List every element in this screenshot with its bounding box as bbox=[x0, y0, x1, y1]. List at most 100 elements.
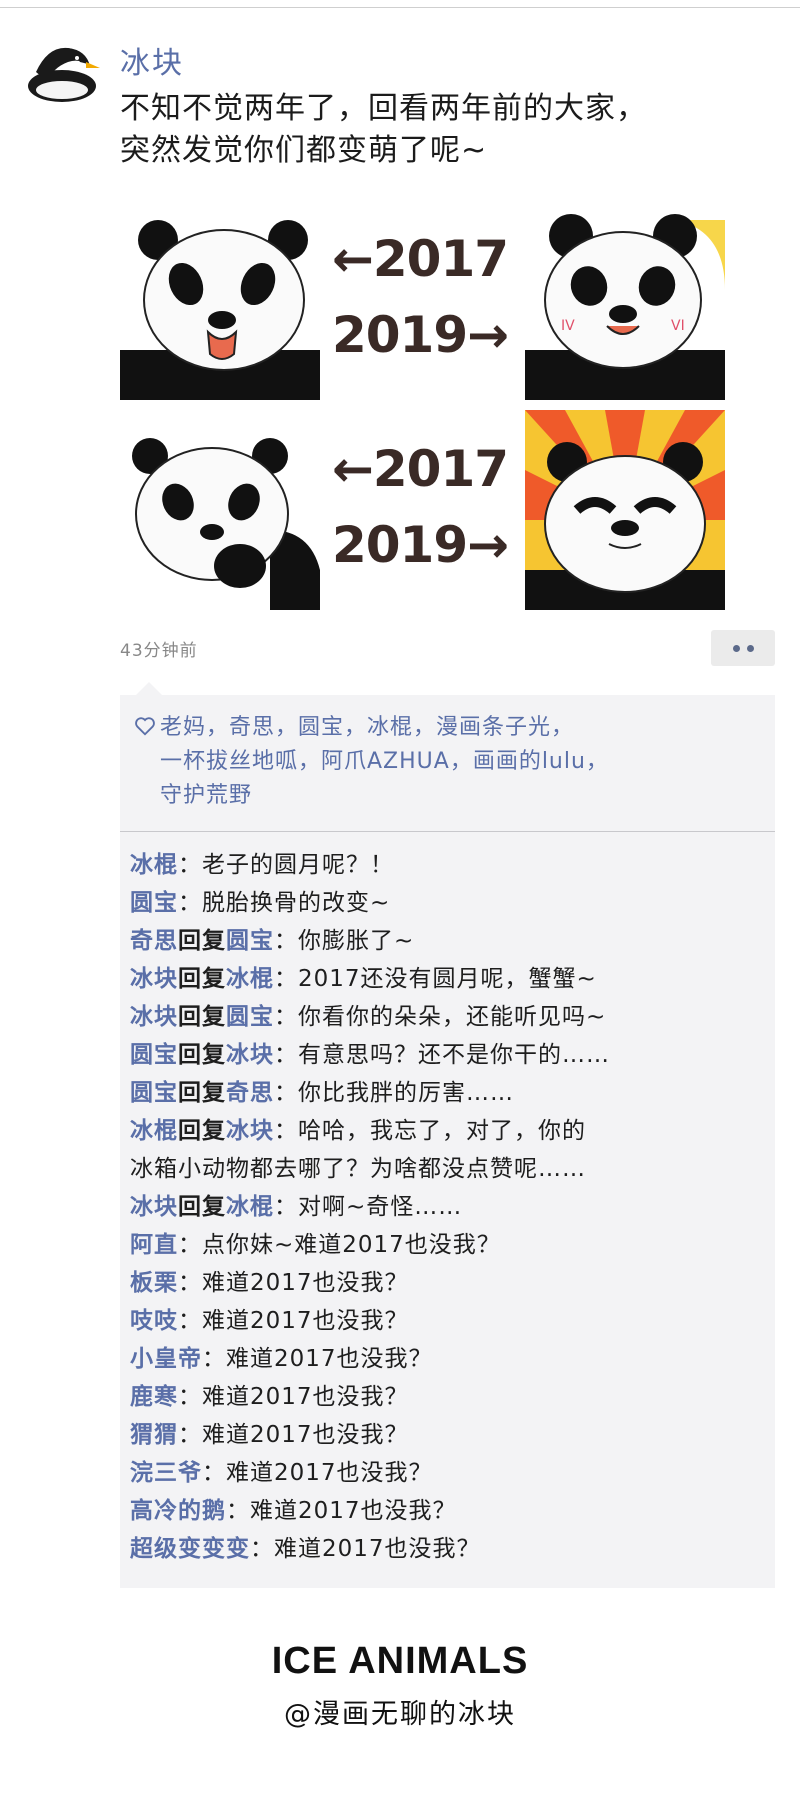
comments-list: 冰棍：老子的圆月呢？！ 圆宝：脱胎换骨的改变~ 奇思回复圆宝：你膨胀了~ 冰块回复冰棍… bbox=[130, 846, 770, 1568]
comment-reply-word: 回复 bbox=[178, 1042, 226, 1068]
panel-divider bbox=[120, 831, 775, 832]
comment-author[interactable]: 浣三爷 bbox=[130, 1460, 202, 1486]
comment-text: ：难道2017也没我？ bbox=[202, 1460, 433, 1486]
comment-row[interactable]: 阿直：点你妹~难道2017也没我？ bbox=[130, 1226, 770, 1264]
dot bbox=[747, 645, 754, 652]
year-label-2019: 2019→ bbox=[331, 516, 509, 574]
post-text-line: 不知不觉两年了，回看两年前的大家， bbox=[120, 91, 647, 126]
comment-text: ：有意思吗？还不是你干的…… bbox=[274, 1042, 610, 1068]
comment-reply-word: 回复 bbox=[178, 928, 226, 954]
post-author[interactable]: 冰块 bbox=[120, 38, 184, 82]
more-dots-icon[interactable] bbox=[711, 630, 775, 666]
comment-author[interactable]: 冰块 bbox=[130, 1194, 178, 1220]
comment-text: ：点你妹~难道2017也没我？ bbox=[178, 1232, 501, 1258]
comment-text: ：难道2017也没我？ bbox=[178, 1422, 409, 1448]
comment-row[interactable]: 奇思回复圆宝：你膨胀了~ bbox=[130, 922, 770, 960]
comment-row[interactable]: 冰箱小动物都去哪了？为啥都没点赞呢…… bbox=[130, 1150, 770, 1188]
comment-row[interactable]: 冰棍回复冰块：哈哈，我忘了，对了，你的 bbox=[130, 1112, 770, 1150]
top-divider bbox=[0, 7, 800, 8]
comment-row[interactable]: 冰块回复冰棍：2017还没有圆月呢，蟹蟹~ bbox=[130, 960, 770, 998]
comment-reply-word: 回复 bbox=[178, 1004, 226, 1030]
comment-reply-target[interactable]: 冰棍 bbox=[226, 1194, 274, 1220]
comment-row[interactable]: 圆宝：脱胎换骨的改变~ bbox=[130, 884, 770, 922]
comment-reply-target[interactable]: 圆宝 bbox=[226, 1004, 274, 1030]
comment-reply-target[interactable]: 冰块 bbox=[226, 1118, 274, 1144]
comment-text: ：难道2017也没我？ bbox=[250, 1536, 481, 1562]
comment-row[interactable]: 猬猬：难道2017也没我？ bbox=[130, 1416, 770, 1454]
comment-row[interactable]: 冰块回复圆宝：你看你的朵朵，还能听见吗~ bbox=[130, 998, 770, 1036]
dot bbox=[733, 645, 740, 652]
comment-author[interactable]: 冰棍 bbox=[130, 852, 178, 878]
post-text-line: 突然发觉你们都变萌了呢~ bbox=[120, 133, 488, 168]
likes-list: 老妈，奇思，圆宝，冰棍，漫画条子光， 一杯拔丝地呱，阿爪AZHUA，画画的lul… bbox=[134, 711, 764, 813]
comment-reply-target[interactable]: 冰棍 bbox=[226, 966, 274, 992]
comment-row[interactable]: 高冷的鹅：难道2017也没我？ bbox=[130, 1492, 770, 1530]
likes-line: 老妈，奇思，圆宝，冰棍，漫画条子光， bbox=[134, 711, 764, 745]
comment-author[interactable]: 圆宝 bbox=[130, 890, 178, 916]
comment-reply-target[interactable]: 奇思 bbox=[226, 1080, 274, 1106]
panda-image-2019-sunburst[interactable] bbox=[525, 410, 725, 610]
year-label-box: ←2017 2019→ bbox=[320, 410, 520, 610]
comment-author[interactable]: 小皇帝 bbox=[130, 1346, 202, 1372]
comment-row[interactable]: 冰块回复冰棍：对啊~奇怪…… bbox=[130, 1188, 770, 1226]
comment-author[interactable]: 冰块 bbox=[130, 1004, 178, 1030]
likes-names[interactable]: 守护荒野 bbox=[134, 779, 764, 813]
comment-row[interactable]: 浣三爷：难道2017也没我？ bbox=[130, 1454, 770, 1492]
comment-row[interactable]: 圆宝回复冰块：有意思吗？还不是你干的…… bbox=[130, 1036, 770, 1074]
comment-author[interactable]: 圆宝 bbox=[130, 1080, 178, 1106]
comment-text: ：难道2017也没我？ bbox=[178, 1308, 409, 1334]
panda-image-2017-paw[interactable] bbox=[120, 410, 320, 610]
panda-image-2017-tongue[interactable] bbox=[120, 200, 320, 400]
comment-author[interactable]: 冰棍 bbox=[130, 1118, 178, 1144]
comment-author[interactable]: 冰块 bbox=[130, 966, 178, 992]
comment-author[interactable]: 超级变变变 bbox=[130, 1536, 250, 1562]
comment-row[interactable]: 冰棍：老子的圆月呢？！ bbox=[130, 846, 770, 884]
comment-reply-word: 回复 bbox=[178, 1194, 226, 1220]
likes-names[interactable]: 老妈，奇思，圆宝，冰棍，漫画条子光， bbox=[160, 715, 574, 740]
comment-row[interactable]: 圆宝回复奇思：你比我胖的厉害…… bbox=[130, 1074, 770, 1112]
likes-names[interactable]: 一杯拔丝地呱，阿爪AZHUA，画画的lulu， bbox=[134, 745, 764, 779]
svg-text:VI: VI bbox=[671, 318, 685, 334]
comment-text: ：你比我胖的厉害…… bbox=[274, 1080, 514, 1106]
comment-author[interactable]: 猬猬 bbox=[130, 1422, 178, 1448]
comment-author[interactable]: 吱吱 bbox=[130, 1308, 178, 1334]
post-text: 不知不觉两年了，回看两年前的大家， 突然发觉你们都变萌了呢~ bbox=[120, 88, 760, 172]
year-label-2017: ←2017 bbox=[331, 440, 509, 498]
comment-text: ：2017还没有圆月呢，蟹蟹~ bbox=[274, 966, 597, 992]
panda-image-2019-blush[interactable]: IV VI bbox=[525, 200, 725, 400]
comment-row[interactable]: 超级变变变：难道2017也没我？ bbox=[130, 1530, 770, 1568]
comment-reply-word: 回复 bbox=[178, 1080, 226, 1106]
comment-author[interactable]: 奇思 bbox=[130, 928, 178, 954]
svg-text:IV: IV bbox=[561, 318, 575, 334]
comment-reply-word: 回复 bbox=[178, 966, 226, 992]
comment-text: ：对啊~奇怪…… bbox=[274, 1194, 463, 1220]
comment-reply-word: 回复 bbox=[178, 1118, 226, 1144]
comment-text: ：难道2017也没我？ bbox=[178, 1384, 409, 1410]
comment-text: ：难道2017也没我？ bbox=[202, 1346, 433, 1372]
comment-text: ：你看你的朵朵，还能听见吗~ bbox=[274, 1004, 607, 1030]
comment-author[interactable]: 高冷的鹅 bbox=[130, 1498, 226, 1524]
comment-text: ：难道2017也没我？ bbox=[178, 1270, 409, 1296]
comment-author[interactable]: 圆宝 bbox=[130, 1042, 178, 1068]
heart-icon bbox=[135, 717, 155, 736]
penguin-avatar-icon[interactable] bbox=[22, 42, 102, 104]
comment-reply-target[interactable]: 圆宝 bbox=[226, 928, 274, 954]
comment-reply-target[interactable]: 冰块 bbox=[226, 1042, 274, 1068]
comment-text: ：难道2017也没我？ bbox=[226, 1498, 457, 1524]
panel-caret bbox=[136, 682, 162, 695]
year-label-2017: ←2017 bbox=[331, 230, 509, 288]
comment-text: ：脱胎换骨的改变~ bbox=[178, 890, 391, 916]
comment-row[interactable]: 吱吱：难道2017也没我？ bbox=[130, 1302, 770, 1340]
comment-text: ：哈哈，我忘了，对了，你的 bbox=[274, 1118, 586, 1144]
comment-author[interactable]: 鹿寒 bbox=[130, 1384, 178, 1410]
comment-row[interactable]: 鹿寒：难道2017也没我？ bbox=[130, 1378, 770, 1416]
comment-row[interactable]: 小皇帝：难道2017也没我？ bbox=[130, 1340, 770, 1378]
comment-row[interactable]: 板栗：难道2017也没我？ bbox=[130, 1264, 770, 1302]
year-label-box: ←2017 2019→ bbox=[320, 200, 520, 400]
comment-author[interactable]: 阿直 bbox=[130, 1232, 178, 1258]
comment-text: ：你膨胀了~ bbox=[274, 928, 415, 954]
comment-author[interactable]: 板栗 bbox=[130, 1270, 178, 1296]
post-timestamp: 43分钟前 bbox=[120, 641, 198, 661]
brand-title: ICE ANIMALS bbox=[271, 1640, 529, 1682]
interaction-panel: 老妈，奇思，圆宝，冰棍，漫画条子光， 一杯拔丝地呱，阿爪AZHUA，画画的lul… bbox=[120, 695, 775, 1588]
